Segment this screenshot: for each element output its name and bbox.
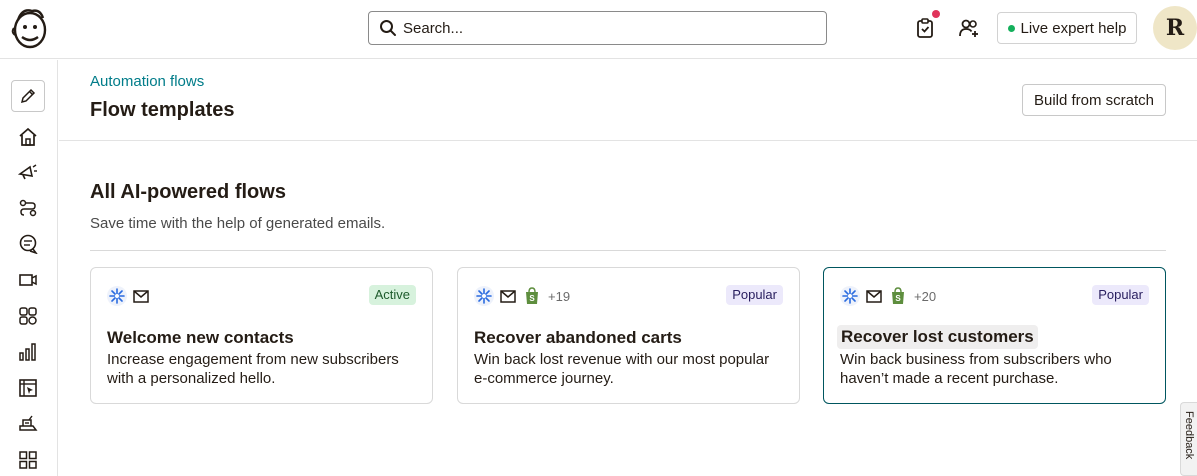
notification-dot [932, 10, 940, 18]
email-icon [131, 286, 151, 306]
search-input[interactable] [403, 19, 803, 37]
home-icon[interactable] [17, 126, 39, 148]
live-expert-help-button[interactable]: Live expert help [997, 12, 1137, 44]
feedback-tab[interactable]: Feedback [1180, 402, 1197, 476]
status-badge: Popular [726, 285, 783, 305]
online-status-dot [1007, 24, 1015, 32]
flow-card-recover-abandoned-carts[interactable]: S +19 Popular Recover abandoned carts Wi… [457, 267, 800, 404]
section-subtitle: Save time with the help of generated ema… [90, 215, 386, 232]
ai-sparkle-icon [107, 286, 127, 306]
top-bar: Live expert help R [0, 0, 1197, 59]
search-icon [379, 19, 397, 37]
avatar[interactable]: R [1153, 6, 1197, 50]
flow-card-recover-lost-customers[interactable]: S +20 Popular Recover lost customers Win… [823, 267, 1166, 404]
shopify-bag-icon: S [522, 286, 542, 306]
header-divider [59, 140, 1197, 141]
card-description: Increase engagement from new subscribers… [107, 351, 399, 387]
card-title: Welcome new contacts [107, 328, 294, 347]
avatar-initial: R [1165, 15, 1185, 41]
analytics-icon[interactable] [17, 341, 39, 363]
card-title: Recover abandoned carts [474, 328, 682, 347]
svg-text:S: S [895, 294, 901, 303]
live-expert-help-label: Live expert help [1020, 19, 1127, 37]
more-integrations-count: +19 [548, 288, 571, 304]
search-box[interactable] [368, 11, 827, 45]
section-divider [90, 250, 1166, 251]
mailchimp-logo-icon[interactable] [10, 6, 50, 50]
grid-icon[interactable] [17, 449, 39, 471]
card-channel-icons [107, 286, 151, 306]
shopify-bag-icon: S [888, 286, 908, 306]
card-description: Win back business from subscribers who h… [840, 351, 1112, 387]
feedback-label: Feedback [1183, 411, 1195, 460]
card-channel-icons: S +20 [840, 286, 936, 306]
email-icon [864, 286, 884, 306]
content-icon[interactable] [17, 377, 39, 399]
svg-text:S: S [529, 294, 535, 303]
card-channel-icons: S +19 [474, 286, 570, 306]
card-title: Recover lost customers [837, 325, 1038, 349]
status-badge: Popular [1092, 285, 1149, 305]
ai-sparkle-icon [840, 286, 860, 306]
flow-card-welcome-new-contacts[interactable]: Active Welcome new contacts Increase eng… [90, 267, 433, 404]
create-pencil-icon[interactable] [11, 80, 45, 112]
ai-sparkle-icon [474, 286, 494, 306]
breadcrumb-automation-flows[interactable]: Automation flows [90, 73, 204, 90]
status-badge: Active [368, 285, 416, 305]
page-title: Flow templates [90, 99, 235, 121]
audience-icon[interactable] [17, 305, 39, 327]
chat-icon[interactable] [17, 233, 39, 255]
more-integrations-count: +20 [914, 288, 937, 304]
card-description: Win back lost revenue with our most popu… [474, 351, 770, 387]
section-title: All AI-powered flows [90, 181, 286, 203]
integrations-icon[interactable] [17, 413, 39, 435]
megaphone-icon[interactable] [17, 161, 39, 183]
user-plus-icon[interactable] [957, 16, 981, 40]
build-from-scratch-button[interactable]: Build from scratch [1022, 84, 1166, 116]
automation-icon[interactable] [17, 197, 39, 219]
sidebar [0, 60, 58, 476]
website-icon[interactable] [17, 269, 39, 291]
email-icon [498, 286, 518, 306]
clipboard-checklist-icon[interactable] [913, 10, 940, 40]
